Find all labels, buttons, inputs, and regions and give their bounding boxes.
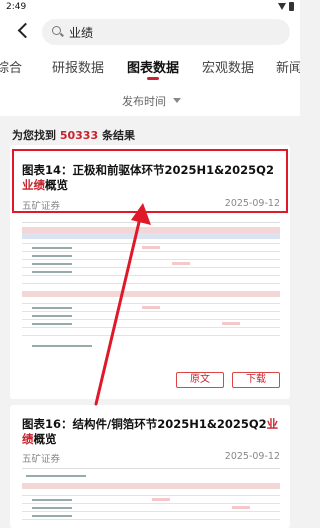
top-bar: 业绩 xyxy=(0,14,300,50)
table-cell xyxy=(32,263,72,265)
category-tabs: 综合 研报数据 图表数据 宏观数据 新闻 xyxy=(0,50,300,82)
status-time: 2:49 xyxy=(6,2,27,12)
card-source: 五矿证券 xyxy=(22,201,61,212)
tab-general[interactable]: 综合 xyxy=(0,57,22,76)
table-cell xyxy=(152,498,170,501)
title-text: 图表14：正极和前驱体环节2025H1&2025Q2 xyxy=(22,163,274,177)
result-count: 为您找到 50333 条结果 xyxy=(12,127,135,143)
table-line xyxy=(22,335,280,336)
table-line xyxy=(22,319,280,320)
card-title[interactable]: 图表14：正极和前驱体环节2025H1&2025Q2业绩概览 xyxy=(22,163,280,193)
status-icons xyxy=(278,2,294,11)
table-cell xyxy=(32,507,72,509)
table-line xyxy=(22,267,280,268)
table-cell xyxy=(32,255,72,257)
result-suffix: 条结果 xyxy=(101,129,135,142)
result-number: 50333 xyxy=(59,129,99,142)
table-line xyxy=(22,503,280,504)
table-header xyxy=(22,483,280,489)
table-line xyxy=(22,311,280,312)
card-source: 五矿证券 xyxy=(22,454,61,465)
battery-icon xyxy=(289,2,294,11)
table-subheader xyxy=(22,233,280,239)
chevron-down-icon[interactable] xyxy=(173,98,181,103)
title-text-end: 概览 xyxy=(33,432,57,446)
table-cell xyxy=(142,306,160,309)
result-card[interactable]: 图表16：结构件/铜箔环节2025H1&2025Q2业绩概览 五矿证券 2025… xyxy=(10,405,290,528)
result-card[interactable]: 图表14：正极和前驱体环节2025H1&2025Q2业绩概览 五矿证券 2025… xyxy=(10,145,290,399)
publish-time-filter[interactable]: 发布时间 xyxy=(122,93,166,109)
table-line xyxy=(22,511,280,512)
filter-row: 发布时间 xyxy=(0,82,300,116)
table-caption xyxy=(26,475,86,477)
download-button[interactable]: 下载 xyxy=(232,372,280,388)
table-cell xyxy=(32,515,72,517)
title-text: 图表16：结构件/铜箔环节2025H1&2025Q2 xyxy=(22,417,267,431)
title-keyword: 业绩 xyxy=(22,178,45,192)
tab-research-data[interactable]: 研报数据 xyxy=(52,57,104,76)
original-button[interactable]: 原文 xyxy=(176,372,224,388)
table-cell xyxy=(172,262,190,265)
table-cell xyxy=(32,307,72,309)
table-line xyxy=(22,303,280,304)
active-tab-indicator xyxy=(147,77,159,80)
table-line xyxy=(22,519,280,520)
table-cell xyxy=(32,315,72,317)
card-date: 2025-09-12 xyxy=(224,198,280,209)
table-line xyxy=(22,243,280,244)
table-line xyxy=(22,275,280,276)
table-cell xyxy=(142,246,160,249)
table-line xyxy=(22,495,280,496)
tab-news[interactable]: 新闻 xyxy=(276,57,300,76)
search-query: 业绩 xyxy=(69,25,94,40)
chart-thumbnail[interactable] xyxy=(22,222,280,354)
card-meta: 五矿证券 2025-09-12 xyxy=(22,198,280,212)
card-date: 2025-09-12 xyxy=(224,451,280,462)
table-line xyxy=(22,251,280,252)
table-cell xyxy=(32,271,72,273)
title-text-end: 概览 xyxy=(45,178,68,192)
chart-thumbnail[interactable] xyxy=(22,468,280,528)
table-header xyxy=(22,291,280,297)
tab-chart-data[interactable]: 图表数据 xyxy=(127,57,179,76)
card-title[interactable]: 图表16：结构件/铜箔环节2025H1&2025Q2业绩概览 xyxy=(22,417,280,447)
table-cell xyxy=(32,499,72,501)
table-line xyxy=(22,259,280,260)
search-icon xyxy=(52,26,64,38)
table-line xyxy=(22,327,280,328)
table-footnote xyxy=(32,345,92,347)
table-cell xyxy=(32,323,72,325)
table-cell xyxy=(32,247,72,249)
table-line xyxy=(22,283,280,284)
search-input[interactable]: 业绩 xyxy=(42,19,290,45)
result-prefix: 为您找到 xyxy=(12,129,56,142)
tab-macro-data[interactable]: 宏观数据 xyxy=(202,57,254,76)
table-cell xyxy=(222,322,240,325)
status-bar: 2:49 xyxy=(0,0,300,14)
table-cell xyxy=(232,506,250,509)
back-icon[interactable] xyxy=(14,20,34,42)
card-meta: 五矿证券 2025-09-12 xyxy=(22,451,280,465)
wifi-icon xyxy=(278,3,286,10)
